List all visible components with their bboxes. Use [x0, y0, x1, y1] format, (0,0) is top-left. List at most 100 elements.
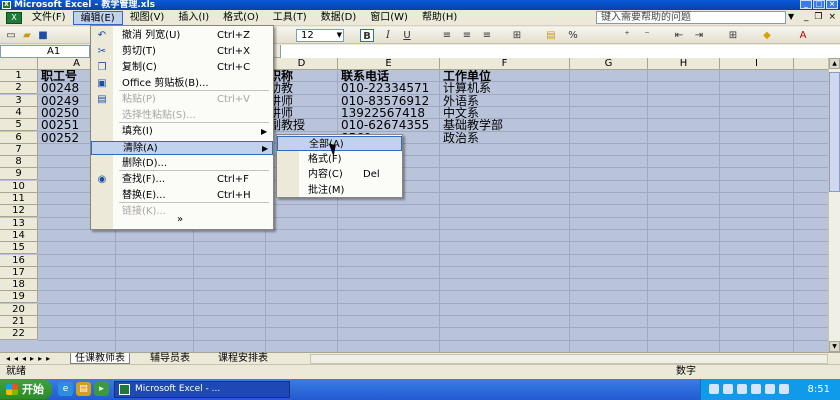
- increase-decimal-icon[interactable]: ⁺: [620, 29, 634, 42]
- sheet-nav-icons[interactable]: ◂◂◂▸▸▸: [6, 353, 54, 364]
- align-center-icon[interactable]: ≡: [460, 29, 474, 42]
- workbook-restore-icon[interactable]: ❐: [814, 12, 822, 22]
- edit-menu-item-6[interactable]: 填充(I) ▶: [91, 125, 273, 139]
- align-left-icon[interactable]: ≡: [440, 29, 454, 42]
- name-box[interactable]: A1: [0, 45, 90, 58]
- row-header-11[interactable]: 11: [0, 193, 38, 205]
- edit-menu-item-4[interactable]: ▤ 粘贴(P) Ctrl+V: [91, 93, 273, 107]
- edit-menu-item-9[interactable]: ◉ 查找(F)... Ctrl+F: [91, 173, 273, 187]
- vertical-scrollbar[interactable]: ▲ ▼: [828, 58, 840, 352]
- menu-help[interactable]: 帮助(H): [415, 11, 464, 25]
- row-header-9[interactable]: 9: [0, 168, 38, 181]
- borders-icon[interactable]: ⊞: [726, 29, 740, 42]
- minimize-button[interactable]: _: [800, 0, 812, 9]
- cell-E5[interactable]: 010-62674355: [339, 119, 441, 131]
- currency-icon[interactable]: ▤: [544, 29, 558, 42]
- italic-button[interactable]: I: [381, 29, 395, 42]
- cell-E2[interactable]: 010-22334571: [339, 82, 441, 94]
- cell-F3[interactable]: 外语系: [441, 95, 601, 107]
- cell-F6[interactable]: 政治系: [441, 132, 601, 144]
- clear-submenu-item-0[interactable]: 全部(A): [277, 136, 402, 151]
- tray-volume-icon[interactable]: [723, 384, 733, 394]
- menu-window[interactable]: 窗口(W): [363, 11, 415, 25]
- row-header-2[interactable]: 2: [0, 82, 38, 95]
- row-header-14[interactable]: 14: [0, 229, 38, 242]
- start-button[interactable]: 开始: [0, 380, 52, 399]
- menu-view[interactable]: 视图(V): [123, 11, 172, 25]
- workbook-minimize-icon[interactable]: _: [804, 12, 809, 22]
- merge-center-icon[interactable]: ⊞: [510, 29, 524, 42]
- row-header-19[interactable]: 19: [0, 291, 38, 304]
- underline-button[interactable]: U: [400, 29, 414, 42]
- edit-menu-item-0[interactable]: ↶ 撤消 列宽(U) Ctrl+Z: [91, 29, 273, 43]
- tray-network-icon[interactable]: [709, 384, 719, 394]
- media-icon[interactable]: ▸: [94, 382, 109, 396]
- decrease-decimal-icon[interactable]: ⁻: [640, 29, 654, 42]
- edit-menu-item-3[interactable]: ▣ Office 剪贴板(B)...: [91, 77, 273, 91]
- row-header-21[interactable]: 21: [0, 316, 38, 328]
- select-all-corner[interactable]: [0, 58, 38, 70]
- open-icon[interactable]: ▰: [20, 29, 34, 42]
- save-icon[interactable]: ■: [36, 29, 50, 42]
- menu-tools[interactable]: 工具(T): [266, 11, 314, 25]
- sheet-tab-teachers[interactable]: 任课教师表: [70, 353, 130, 364]
- scroll-down-icon[interactable]: ▼: [829, 341, 840, 352]
- row-header-10[interactable]: 10: [0, 180, 38, 193]
- font-size-select[interactable]: 12 ▼: [296, 29, 344, 42]
- align-right-icon[interactable]: ≡: [480, 29, 494, 42]
- row-header-8[interactable]: 8: [0, 156, 38, 169]
- row-header-17[interactable]: 17: [0, 266, 38, 279]
- tray-sound-icon[interactable]: [779, 384, 789, 394]
- ie-icon[interactable]: e: [58, 382, 73, 396]
- decrease-indent-icon[interactable]: ⇤: [672, 29, 686, 42]
- row-header-7[interactable]: 7: [0, 143, 38, 156]
- cell-E3[interactable]: 010-83576912: [339, 95, 441, 107]
- column-header-H[interactable]: H: [648, 58, 720, 70]
- column-header-F[interactable]: F: [440, 58, 570, 70]
- column-header-J[interactable]: J: [794, 58, 828, 70]
- edit-menu-item-7[interactable]: 清除(A) ▶: [91, 141, 273, 155]
- cell-F1[interactable]: 工作单位: [441, 70, 601, 82]
- maximize-button[interactable]: □: [813, 0, 825, 9]
- clear-submenu-item-2[interactable]: 内容(C) Del: [277, 167, 402, 182]
- row-header-12[interactable]: 12: [0, 205, 38, 218]
- help-dropdown-icon[interactable]: ▼: [788, 12, 794, 21]
- workbook-icon[interactable]: X: [6, 11, 22, 24]
- menu-data[interactable]: 数据(D): [314, 11, 364, 25]
- edit-menu-item-2[interactable]: ❐ 复制(C) Ctrl+C: [91, 61, 273, 75]
- column-header-E[interactable]: E: [338, 58, 440, 70]
- bold-button[interactable]: B: [360, 29, 374, 42]
- edit-menu-item-11[interactable]: 链接(K)...: [91, 205, 273, 219]
- folder-icon[interactable]: ▤: [76, 382, 91, 396]
- cell-F5[interactable]: 基础教学部: [441, 119, 601, 131]
- clear-submenu-item-3[interactable]: 批注(M): [277, 183, 402, 198]
- help-search-input[interactable]: 键入需要帮助的问题: [596, 11, 786, 24]
- sheet-tab-courses[interactable]: 课程安排表: [214, 353, 272, 364]
- cell-E4[interactable]: 13922567418: [339, 107, 441, 119]
- menu-insert[interactable]: 插入(I): [171, 11, 216, 25]
- close-button[interactable]: ×: [826, 0, 838, 9]
- new-icon[interactable]: ▭: [4, 29, 18, 42]
- clear-submenu-item-1[interactable]: 格式(F): [277, 152, 402, 167]
- tray-security-icon[interactable]: [765, 384, 775, 394]
- column-header-D[interactable]: D: [266, 58, 338, 70]
- row-header-15[interactable]: 15: [0, 242, 38, 255]
- cell-E1[interactable]: 联系电话: [339, 70, 441, 82]
- cell-F2[interactable]: 计算机系: [441, 82, 601, 94]
- edit-menu-item-8[interactable]: 删除(D)...: [91, 157, 273, 171]
- row-header-13[interactable]: 13: [0, 217, 38, 230]
- tray-app-icon[interactable]: [751, 384, 761, 394]
- row-header-22[interactable]: 22: [0, 328, 38, 341]
- taskbar-excel-button[interactable]: Microsoft Excel - ...: [114, 381, 290, 398]
- column-header-I[interactable]: I: [720, 58, 794, 70]
- formula-input[interactable]: [280, 45, 840, 58]
- row-header-3[interactable]: 3: [0, 94, 38, 107]
- cell-F4[interactable]: 中文系: [441, 107, 601, 119]
- fill-color-icon[interactable]: ◆: [760, 29, 774, 42]
- row-header-18[interactable]: 18: [0, 279, 38, 292]
- row-header-4[interactable]: 4: [0, 106, 38, 119]
- column-header-G[interactable]: G: [570, 58, 648, 70]
- edit-menu-item-1[interactable]: ✂ 剪切(T) Ctrl+X: [91, 45, 273, 59]
- row-header-1[interactable]: 1: [0, 70, 38, 82]
- percent-button[interactable]: %: [566, 29, 580, 42]
